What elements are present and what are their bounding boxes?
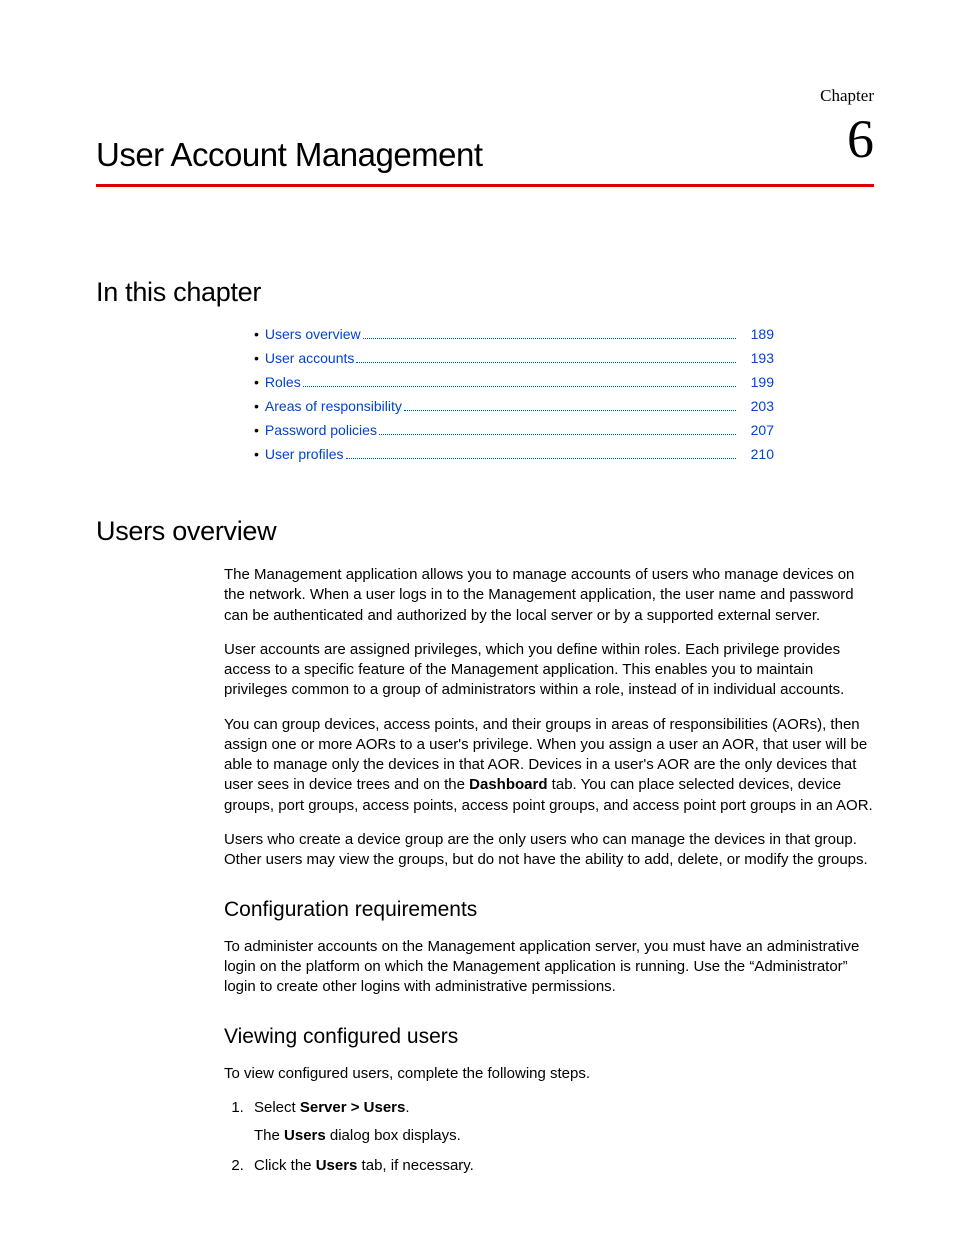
- body-paragraph: To administer accounts on the Management…: [224, 937, 874, 998]
- toc-item: • Password policies 207: [254, 422, 774, 438]
- chapter-number: 6: [847, 108, 874, 170]
- toc-link-user-profiles[interactable]: User profiles: [265, 446, 344, 462]
- toc-link-roles[interactable]: Roles: [265, 374, 301, 390]
- bullet-icon: •: [254, 398, 259, 414]
- bullet-icon: •: [254, 446, 259, 462]
- bold-text: Users: [284, 1127, 326, 1144]
- chapter-label: Chapter: [820, 86, 874, 106]
- heading-viewing-configured-users: Viewing configured users: [224, 1023, 874, 1051]
- toc-list: • Users overview 189 • User accounts 193…: [254, 326, 774, 462]
- toc-link-areas-of-responsibility[interactable]: Areas of responsibility: [265, 398, 402, 414]
- toc-leader-dots: [303, 386, 736, 387]
- body-paragraph: The Management application allows you to…: [224, 565, 874, 626]
- chapter-title: User Account Management: [96, 136, 874, 174]
- body-paragraph: Users who create a device group are the …: [224, 830, 874, 871]
- text-run: tab, if necessary.: [357, 1157, 473, 1174]
- text-run: dialog box displays.: [326, 1127, 461, 1144]
- toc-page-number[interactable]: 189: [740, 326, 774, 342]
- step-subtext: The Users dialog box displays.: [254, 1126, 874, 1146]
- red-divider: [96, 184, 874, 187]
- bold-text: Users: [316, 1157, 358, 1174]
- toc-page-number[interactable]: 203: [740, 398, 774, 414]
- steps-list: Select Server > Users. The Users dialog …: [248, 1098, 874, 1177]
- bold-text: Server > Users: [300, 1099, 406, 1116]
- text-run: .: [405, 1099, 409, 1116]
- toc-item: • Roles 199: [254, 374, 774, 390]
- heading-users-overview: Users overview: [96, 516, 874, 547]
- overview-body: The Management application allows you to…: [224, 565, 874, 1177]
- toc-leader-dots: [404, 410, 736, 411]
- toc-link-users-overview[interactable]: Users overview: [265, 326, 361, 342]
- bullet-icon: •: [254, 422, 259, 438]
- bullet-icon: •: [254, 374, 259, 390]
- body-paragraph: To view configured users, complete the f…: [224, 1064, 874, 1084]
- text-run: Click the: [254, 1157, 316, 1174]
- step-item: Select Server > Users. The Users dialog …: [248, 1098, 874, 1147]
- toc-item: • User profiles 210: [254, 446, 774, 462]
- toc-leader-dots: [379, 434, 736, 435]
- toc-page-number[interactable]: 207: [740, 422, 774, 438]
- toc-link-password-policies[interactable]: Password policies: [265, 422, 377, 438]
- bullet-icon: •: [254, 326, 259, 342]
- toc-page-number[interactable]: 193: [740, 350, 774, 366]
- toc-page-number[interactable]: 210: [740, 446, 774, 462]
- body-paragraph: User accounts are assigned privileges, w…: [224, 640, 874, 701]
- toc-item: • Areas of responsibility 203: [254, 398, 774, 414]
- text-run: The: [254, 1127, 284, 1144]
- bullet-icon: •: [254, 350, 259, 366]
- toc-link-user-accounts[interactable]: User accounts: [265, 350, 354, 366]
- toc-leader-dots: [356, 362, 736, 363]
- bold-text: Dashboard: [469, 776, 547, 793]
- toc-item: • User accounts 193: [254, 350, 774, 366]
- heading-configuration-requirements: Configuration requirements: [224, 896, 874, 924]
- toc-page-number[interactable]: 199: [740, 374, 774, 390]
- body-paragraph: You can group devices, access points, an…: [224, 715, 874, 816]
- step-item: Click the Users tab, if necessary.: [248, 1156, 874, 1176]
- toc-item: • Users overview 189: [254, 326, 774, 342]
- heading-in-this-chapter: In this chapter: [96, 277, 874, 308]
- toc-leader-dots: [346, 458, 737, 459]
- text-run: Select: [254, 1099, 300, 1116]
- toc-leader-dots: [363, 338, 736, 339]
